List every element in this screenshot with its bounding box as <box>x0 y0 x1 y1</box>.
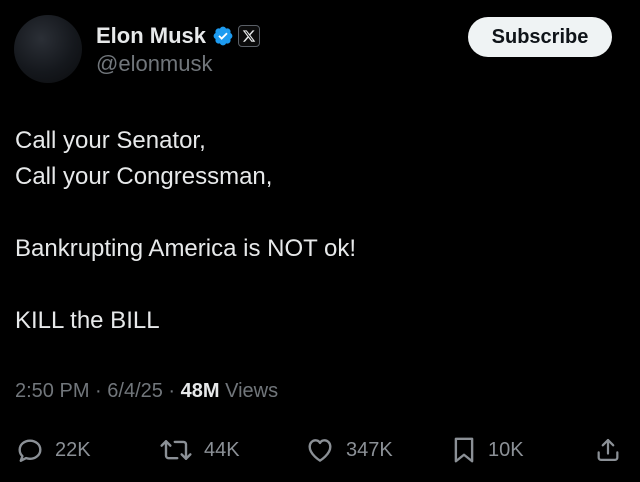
tweet-line: Call your Senator, <box>15 127 206 154</box>
meta-separator: · <box>89 380 108 402</box>
tweet-line <box>15 195 615 231</box>
avatar[interactable] <box>14 15 82 83</box>
like-button[interactable]: 347K <box>304 430 393 470</box>
views-count: 48M <box>180 380 220 402</box>
reply-button[interactable]: 22K <box>15 430 91 470</box>
author-handle[interactable]: @elonmusk <box>96 51 213 77</box>
bookmark-count: 10K <box>488 438 524 461</box>
tweet-text: Call your Senator, Call your Congressman… <box>15 123 615 339</box>
subscribe-button[interactable]: Subscribe <box>468 17 612 57</box>
bookmark-icon <box>450 435 478 465</box>
repost-count: 44K <box>204 438 240 461</box>
tweet: Elon Musk @elonmusk Subscribe Call your … <box>0 0 640 482</box>
repost-icon <box>158 435 194 465</box>
verified-badge-icon <box>212 25 234 47</box>
tweet-date[interactable]: 6/4/25 <box>107 380 163 403</box>
bookmark-button[interactable]: 10K <box>450 430 524 470</box>
author-name-row: Elon Musk <box>96 20 261 52</box>
like-count: 347K <box>346 438 393 461</box>
repost-button[interactable]: 44K <box>158 430 240 470</box>
views-label: Views <box>219 380 279 402</box>
reply-count: 22K <box>55 438 91 461</box>
reply-icon <box>15 435 45 465</box>
tweet-line: Call your Congressman, <box>15 163 273 190</box>
action-bar: 22K 44K 347K 10K <box>0 430 640 470</box>
author-display-name[interactable]: Elon Musk <box>96 23 206 49</box>
meta-separator: · <box>162 380 181 402</box>
share-icon <box>594 435 622 465</box>
tweet-line <box>15 267 615 303</box>
tweet-meta: 2:50 PM · 6/4/25 · 48M Views <box>15 380 278 403</box>
tweet-line: KILL the BILL <box>15 307 160 334</box>
share-button[interactable] <box>594 430 622 470</box>
heart-icon <box>304 435 336 465</box>
tweet-time[interactable]: 2:50 PM <box>15 380 89 403</box>
x-logo-icon[interactable] <box>238 25 261 47</box>
tweet-line: Bankrupting America is NOT ok! <box>15 235 357 262</box>
